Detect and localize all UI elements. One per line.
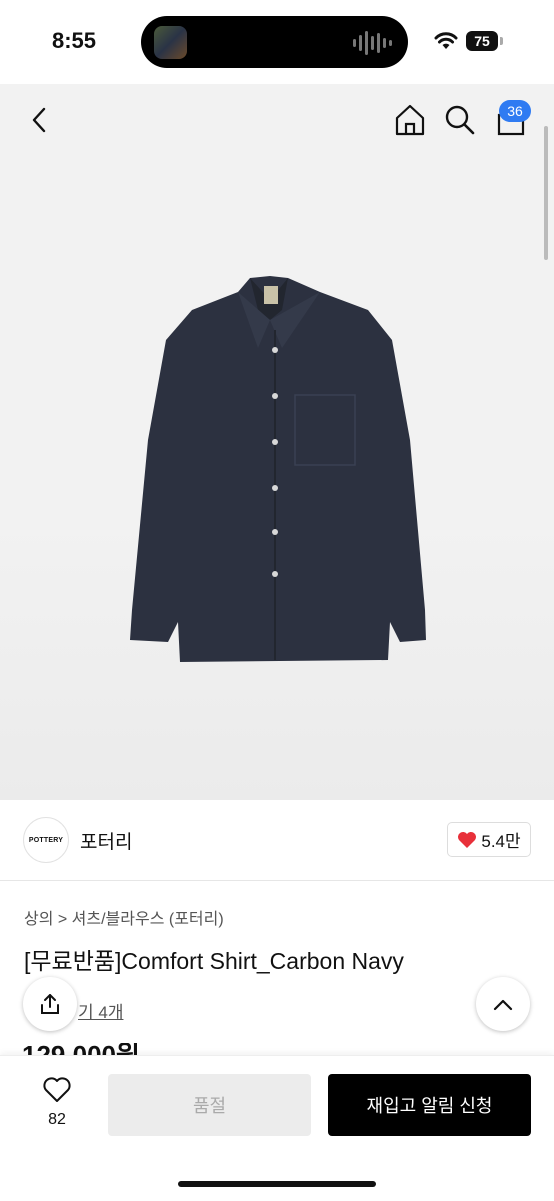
- bottom-action-bar: 82 품절 재입고 알림 신청: [0, 1055, 554, 1201]
- brand-name[interactable]: 포터리: [80, 827, 132, 854]
- restock-alert-button[interactable]: 재입고 알림 신청: [328, 1074, 531, 1136]
- heart-outline-icon: [43, 1077, 71, 1102]
- breadcrumb[interactable]: 상의 > 셔츠/블라우스 (포터리): [24, 905, 224, 929]
- now-playing-artwork: [154, 26, 187, 59]
- product-price: 129,000원: [22, 1043, 140, 1055]
- back-icon[interactable]: [25, 104, 55, 136]
- brand-row[interactable]: POTTERY 포터리 5.4만: [0, 800, 554, 881]
- shirt-image: [130, 276, 426, 662]
- status-bar: 8:55 75: [0, 0, 554, 84]
- audio-wave-icon: [353, 30, 392, 56]
- clock: 8:55: [52, 28, 97, 53]
- chevron-up-icon: [493, 999, 513, 1011]
- wifi-icon: [434, 32, 458, 49]
- wish-count: 82: [48, 1111, 66, 1128]
- home-indicator[interactable]: [178, 1181, 376, 1187]
- share-icon: [41, 994, 59, 1014]
- brand-logo[interactable]: POTTERY: [23, 817, 69, 863]
- battery-cap: [500, 37, 503, 45]
- dynamic-island[interactable]: [141, 16, 408, 68]
- wish-button[interactable]: 82: [32, 1076, 82, 1129]
- brand-like-count: 5.4만: [481, 832, 521, 851]
- home-icon[interactable]: [392, 102, 428, 138]
- battery-indicator: 75: [466, 31, 498, 51]
- scroll-top-button[interactable]: [476, 977, 530, 1031]
- cart-count-badge: 36: [499, 100, 531, 122]
- soldout-button[interactable]: 품절: [108, 1074, 311, 1136]
- scrollbar[interactable]: [544, 126, 548, 260]
- search-icon[interactable]: [444, 104, 476, 136]
- review-link[interactable]: 기 4개: [78, 998, 123, 1023]
- share-button[interactable]: [23, 977, 77, 1031]
- brand-like-button[interactable]: 5.4만: [447, 822, 531, 857]
- product-title: [무료반품]Comfort Shirt_Carbon Navy: [24, 948, 404, 974]
- heart-icon: [458, 831, 477, 848]
